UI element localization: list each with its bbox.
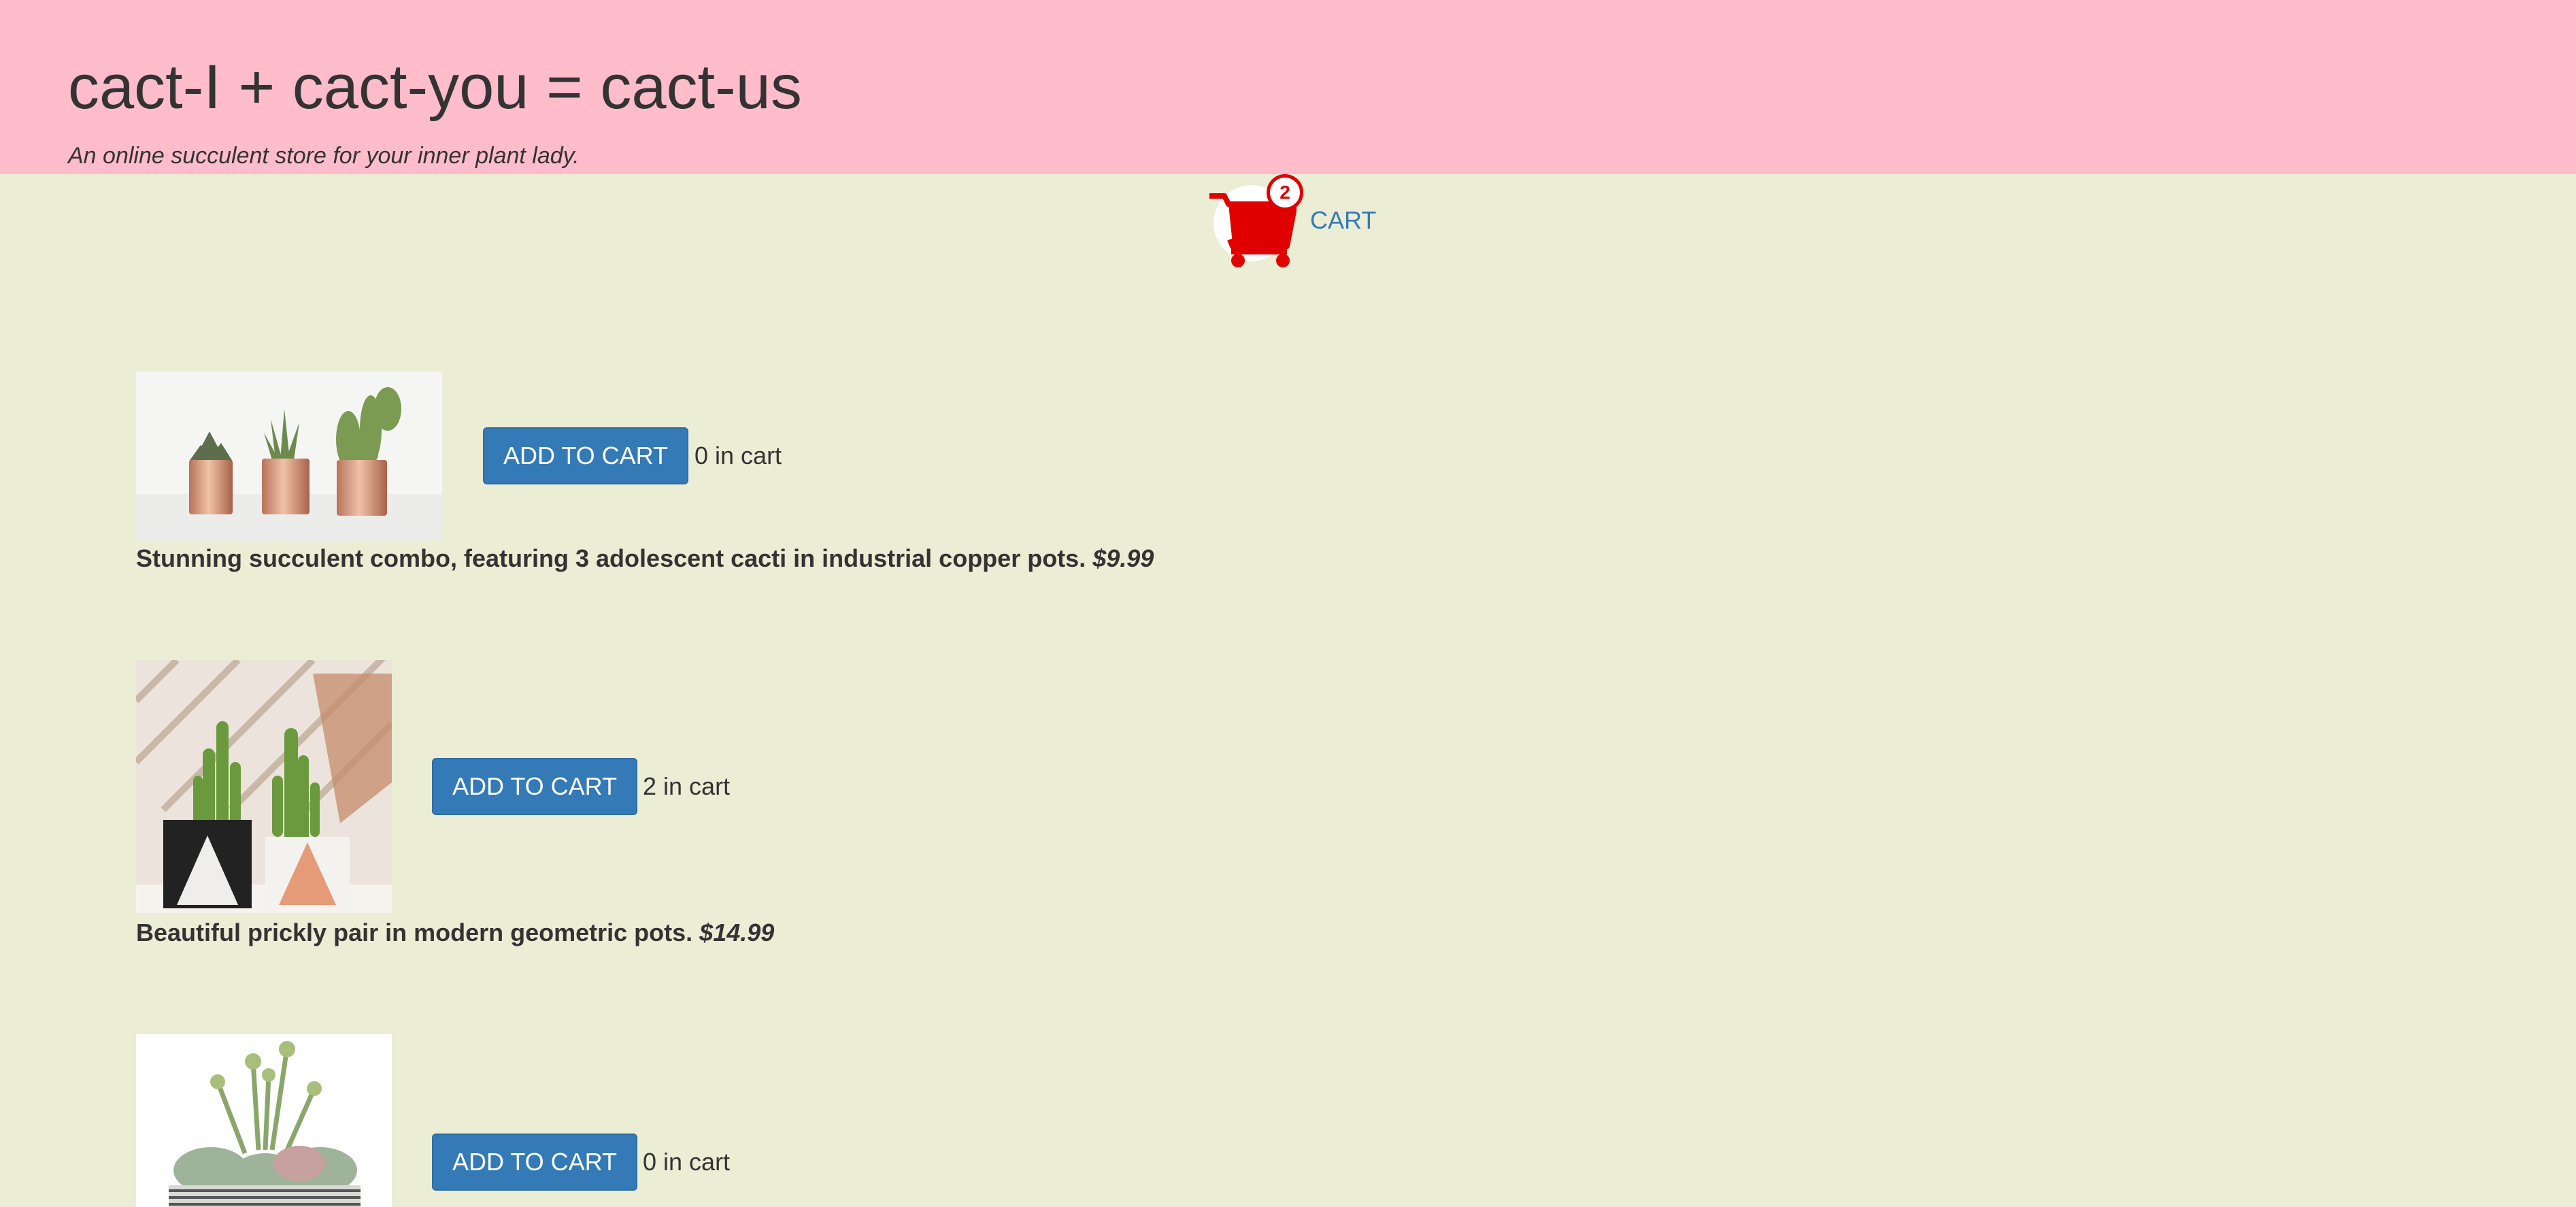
add-to-cart-button[interactable]: ADD TO CART — [432, 1134, 637, 1191]
product-item: ADD TO CART 2 in cart Beautiful prickly … — [136, 660, 1292, 946]
site-title: cact-I + cact-you = cact-us — [68, 52, 802, 122]
add-to-cart-button[interactable]: ADD TO CART — [483, 427, 688, 484]
cart-quantity-label: 0 in cart — [643, 1148, 731, 1176]
product-description: Stunning succulent combo, featuring 3 ad… — [136, 544, 1154, 573]
site-tagline: An online succulent store for your inner… — [68, 143, 580, 169]
cart-count-badge: 2 — [1267, 174, 1303, 211]
product-description-text: Stunning succulent combo, featuring 3 ad… — [136, 544, 1086, 572]
cart-quantity-label: 0 in cart — [695, 442, 782, 469]
cart-widget[interactable]: 2 CART — [1208, 174, 1385, 269]
cart-link[interactable]: CART — [1310, 206, 1376, 235]
product-price: $9.99 — [1092, 544, 1154, 572]
product-image — [136, 371, 442, 542]
add-to-cart-button[interactable]: ADD TO CART — [432, 758, 637, 815]
product-item: ADD TO CART 0 in cart — [136, 1034, 1292, 1207]
product-price: $14.99 — [699, 919, 775, 946]
product-image — [136, 660, 392, 913]
product-item: ADD TO CART 0 in cart Stunning succulent… — [136, 371, 1292, 576]
product-description-text: Beautiful prickly pair in modern geometr… — [136, 919, 693, 946]
cart-quantity-label: 2 in cart — [643, 772, 731, 800]
product-description: Beautiful prickly pair in modern geometr… — [136, 919, 774, 947]
site-header: cact-I + cact-you = cact-us An online su… — [0, 0, 2576, 174]
product-image — [136, 1034, 392, 1207]
